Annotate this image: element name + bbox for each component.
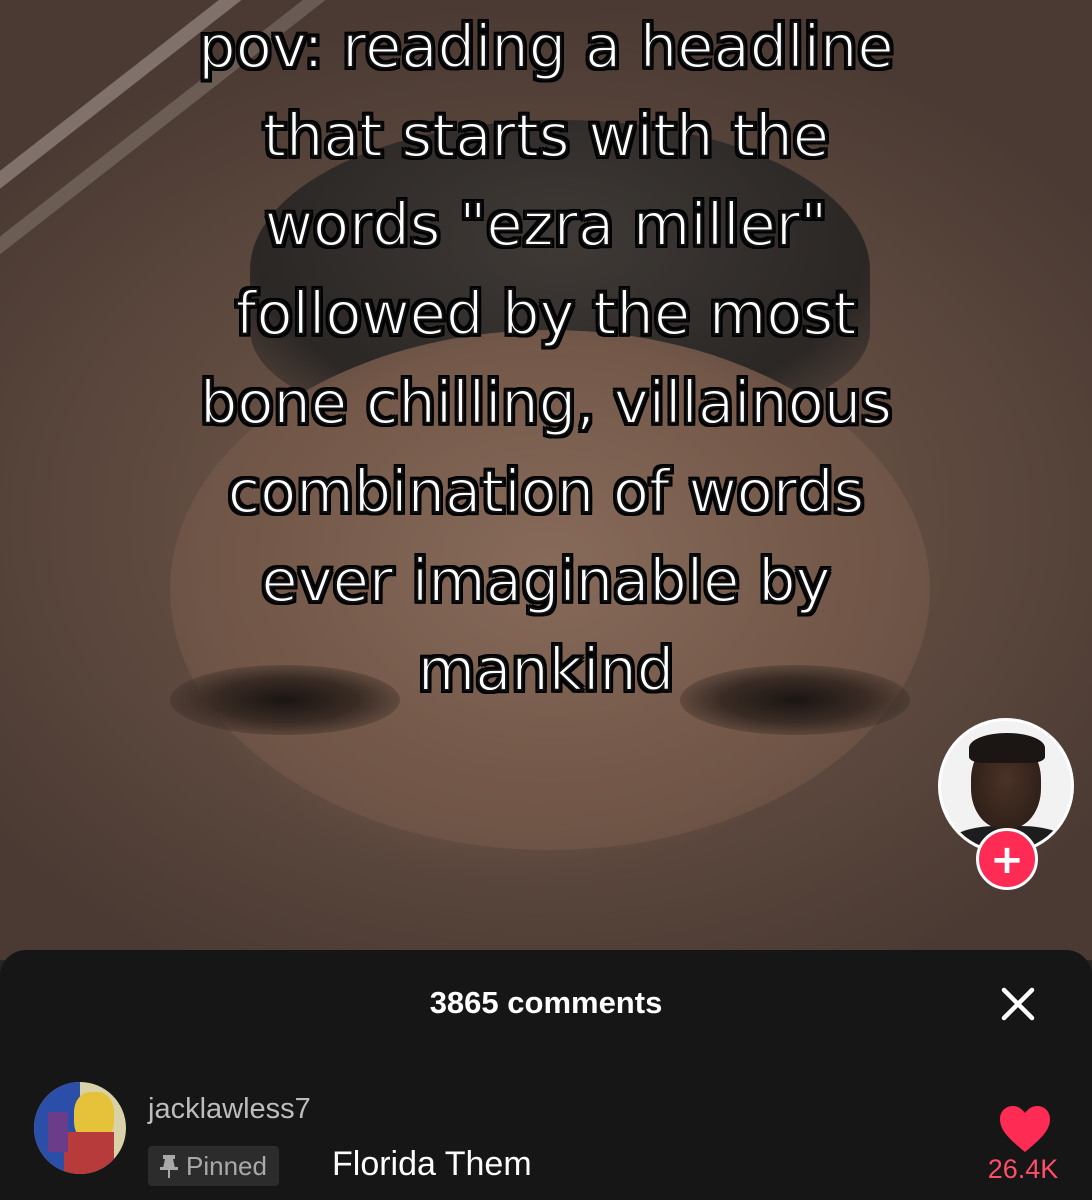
caption-line: bone chilling, villainous (199, 367, 893, 438)
pin-icon (158, 1153, 180, 1179)
caption-line: that starts with the (262, 100, 830, 171)
follow-button[interactable]: + (976, 828, 1038, 890)
close-icon (1001, 987, 1035, 1021)
caption-line: pov: reading a headline (197, 11, 894, 82)
comments-count: 3865 comments (429, 985, 663, 1020)
pinned-badge: Pinned (148, 1146, 279, 1186)
caption-line: combination of words (227, 456, 866, 527)
caption-line: mankind (417, 634, 675, 705)
caption-line: followed by the most (235, 278, 858, 349)
comment-username[interactable]: jacklawless7 (148, 1093, 311, 1126)
video-caption: pov: reading a headline that starts with… (20, 2, 1072, 714)
comment-text: Florida Them (332, 1145, 532, 1183)
caption-line: words "ezra miller" (264, 189, 828, 260)
like-count: 26.4K (987, 1154, 1059, 1184)
like-heart-icon[interactable] (998, 1104, 1052, 1154)
caption-line: ever imaginable by (260, 545, 831, 616)
comments-sheet: 3865 comments jacklawless7 Pinned Florid… (0, 950, 1092, 1200)
avatar-hair (969, 733, 1045, 763)
pinned-label: Pinned (186, 1151, 267, 1181)
comment-avatar[interactable] (34, 1082, 126, 1174)
video-frame[interactable]: pov: reading a headline that starts with… (0, 0, 1092, 960)
close-button[interactable] (992, 978, 1044, 1030)
avatar-shape (48, 1112, 68, 1152)
avatar-shape (64, 1132, 114, 1174)
